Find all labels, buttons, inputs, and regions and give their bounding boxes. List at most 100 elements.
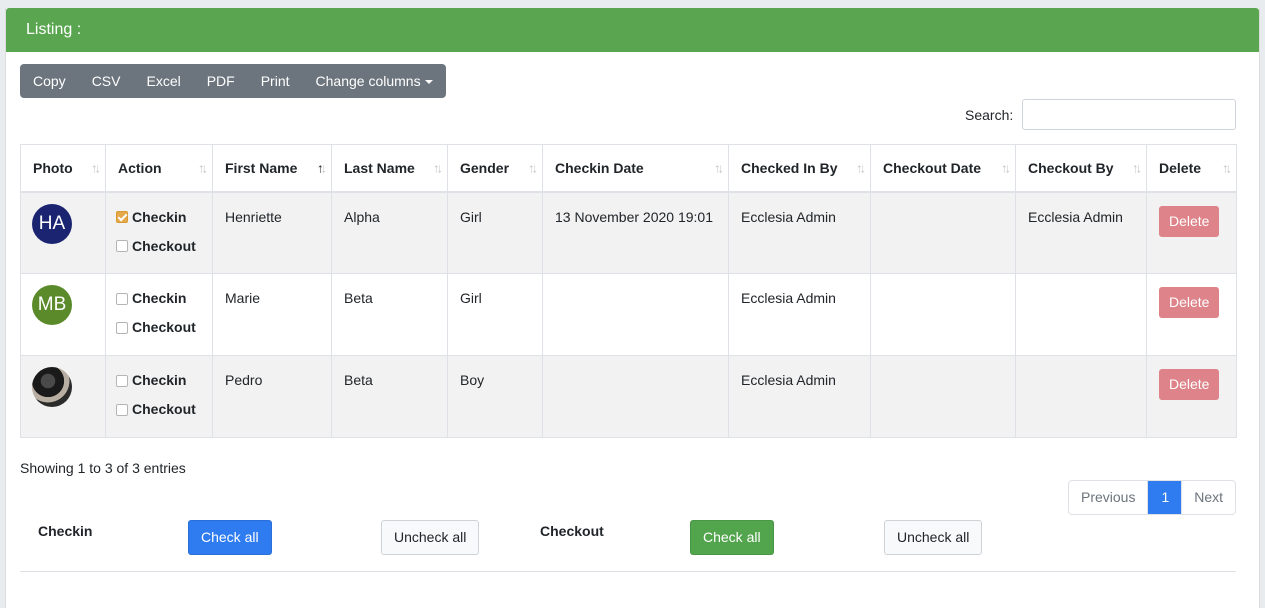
checkout-checkbox[interactable]: Checkout: [116, 236, 208, 257]
first-name-cell: Marie: [212, 273, 332, 356]
checkout-date-cell: [870, 191, 1016, 274]
avatar: HA: [32, 203, 72, 244]
bulk-checkout-label: Checkout: [540, 523, 604, 539]
sort-icon: ↑↓: [1132, 160, 1142, 176]
divider: [20, 571, 1236, 572]
delete-button[interactable]: Delete: [1159, 205, 1220, 237]
action-cell: Checkin Checkout: [105, 273, 213, 356]
sort-icon: ↑↓: [714, 160, 724, 176]
sort-icon: ↑↓: [91, 160, 101, 176]
gender-cell: Boy: [447, 355, 543, 438]
column-header-checked-in-by[interactable]: Checked In By ↑↓: [728, 144, 871, 193]
sort-icon: ↑↓: [433, 160, 443, 176]
column-header-action[interactable]: Action ↑↓: [105, 144, 213, 193]
column-header-label: Checkout By: [1028, 159, 1114, 176]
checkout-uncheck-all-button[interactable]: Uncheck all: [884, 520, 983, 555]
checkin-checkbox[interactable]: Checkin: [116, 370, 208, 391]
checkin-label: Checkin: [132, 290, 187, 306]
change-columns-dropdown[interactable]: Change columns: [303, 64, 446, 98]
column-header-gender[interactable]: Gender ↑↓: [447, 144, 543, 193]
checkbox-icon: [116, 403, 128, 416]
page-1-button[interactable]: 1: [1148, 481, 1183, 514]
pdf-button[interactable]: PDF: [194, 64, 248, 98]
bulk-checkin-label: Checkin: [38, 523, 93, 539]
checkin-date-cell: [542, 273, 729, 356]
sort-icon: ↑↓: [528, 160, 538, 176]
checkout-label: Checkout: [132, 401, 196, 417]
search-input[interactable]: [1022, 99, 1236, 130]
search-label: Search:: [965, 107, 1014, 123]
checkbox-icon: [116, 292, 128, 305]
photo-cell: MB: [20, 273, 106, 356]
checkin-label: Checkin: [132, 372, 187, 388]
checkin-checkbox[interactable]: Checkin: [116, 207, 208, 228]
checkout-by-cell: [1015, 273, 1147, 356]
column-header-first-name[interactable]: First Name ↑↓: [212, 144, 332, 193]
checkin-checkbox[interactable]: Checkin: [116, 288, 208, 309]
photo-cell: [20, 355, 106, 438]
sort-icon: ↑↓: [856, 160, 866, 176]
excel-button[interactable]: Excel: [133, 64, 193, 98]
column-header-photo[interactable]: Photo ↑↓: [20, 144, 106, 193]
card-title: Listing :: [6, 8, 1259, 52]
checkout-by-cell: [1015, 355, 1147, 438]
next-page-button[interactable]: Next: [1182, 481, 1235, 514]
csv-button[interactable]: CSV: [79, 64, 134, 98]
sort-icon: ↑↓: [1222, 160, 1232, 176]
action-cell: Checkin Checkout: [105, 355, 213, 438]
checkbox-icon: [116, 240, 128, 252]
checkbox-icon: [116, 374, 128, 387]
checkout-label: Checkout: [132, 237, 196, 254]
delete-button[interactable]: Delete: [1159, 369, 1220, 400]
export-toolbar: Copy CSV Excel PDF Print Change columns: [20, 64, 446, 98]
print-button[interactable]: Print: [248, 64, 303, 98]
column-header-label: Last Name: [344, 159, 415, 176]
delete-cell: Delete: [1146, 273, 1237, 356]
column-header-label: Checkout Date: [883, 159, 982, 176]
column-header-last-name[interactable]: Last Name ↑↓: [331, 144, 448, 193]
column-header-checkin-date[interactable]: Checkin Date ↑↓: [542, 144, 729, 193]
checkbox-icon: [116, 321, 128, 334]
delete-cell: Delete: [1146, 355, 1237, 438]
previous-page-button[interactable]: Previous: [1069, 481, 1149, 514]
table-row: Checkin Checkout Pedro Beta Boy Ecclesia…: [20, 355, 1237, 438]
avatar: MB: [32, 285, 72, 325]
checkout-date-cell: [870, 273, 1016, 356]
sort-icon: ↑↓: [1001, 160, 1011, 176]
column-header-delete[interactable]: Delete ↑↓: [1146, 144, 1237, 193]
column-header-checkout-date[interactable]: Checkout Date ↑↓: [870, 144, 1016, 193]
checkout-by-cell: Ecclesia Admin: [1015, 191, 1147, 274]
column-header-label: Checked In By: [741, 159, 838, 176]
avatar-photo: [32, 367, 72, 407]
table-header-row: Photo ↑↓ Action ↑↓ First Name ↑↓ Last Name ↑…: [20, 144, 1237, 193]
copy-button[interactable]: Copy: [20, 64, 79, 98]
checkout-checkbox[interactable]: Checkout: [116, 317, 208, 338]
gender-cell: Girl: [447, 273, 543, 356]
last-name-cell: Alpha: [331, 191, 448, 274]
checkout-label: Checkout: [132, 319, 196, 335]
column-header-label: First Name: [225, 159, 298, 176]
checkin-date-cell: [542, 355, 729, 438]
checkin-uncheck-all-button[interactable]: Uncheck all: [381, 520, 480, 555]
column-header-label: Photo: [33, 159, 73, 176]
last-name-cell: Beta: [331, 273, 448, 356]
change-columns-label: Change columns: [315, 73, 421, 89]
photo-cell: HA: [20, 191, 106, 274]
table-row: MB Checkin Checkout Marie Beta Girl Eccl…: [20, 273, 1237, 356]
checkin-check-all-button[interactable]: Check all: [188, 520, 272, 555]
checkbox-checked-icon: [116, 211, 128, 223]
delete-button[interactable]: Delete: [1159, 287, 1220, 318]
checkout-check-all-button[interactable]: Check all: [690, 520, 774, 555]
checkin-date-cell: 13 November 2020 19:01: [542, 191, 729, 274]
column-header-label: Delete: [1159, 159, 1202, 176]
last-name-cell: Beta: [331, 355, 448, 438]
first-name-cell: Pedro: [212, 355, 332, 438]
checkout-checkbox[interactable]: Checkout: [116, 399, 208, 420]
checkin-label: Checkin: [132, 208, 187, 225]
column-header-label: Gender: [460, 159, 510, 176]
table-row: HA Checkin Checkout Henriette Alpha Girl…: [20, 191, 1237, 274]
checkout-date-cell: [870, 355, 1016, 438]
first-name-cell: Henriette: [212, 191, 332, 274]
column-header-checkout-by[interactable]: Checkout By ↑↓: [1015, 144, 1147, 193]
column-header-label: Checkin Date: [555, 159, 644, 176]
